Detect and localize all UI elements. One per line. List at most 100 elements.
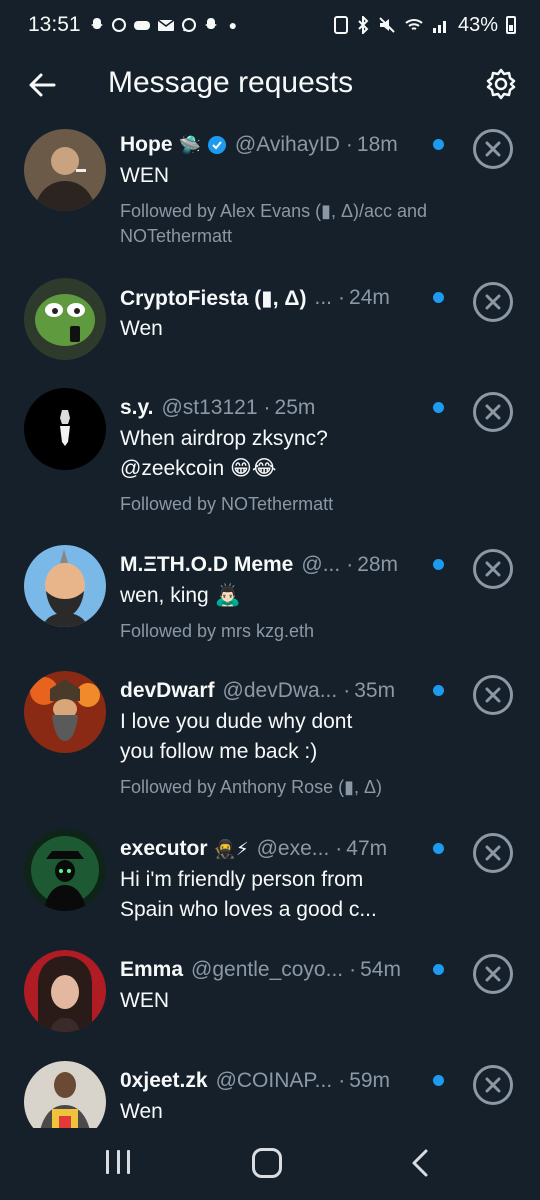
message-preview: WEN — [120, 989, 169, 1012]
request-row[interactable]: CryptoFiesta (▮, Δ) ... · 24m Wen — [0, 276, 540, 361]
game-icon — [133, 21, 150, 30]
avatar[interactable] — [24, 129, 106, 211]
name-emoji: 🛸 — [178, 134, 201, 155]
timestamp: 54m — [360, 958, 401, 981]
timestamp: 25m — [274, 396, 316, 419]
handle: @devDwa... — [222, 679, 338, 702]
display-name: executor — [120, 837, 208, 860]
message-preview: Hi i'm friendly person from — [120, 868, 364, 891]
decline-button[interactable] — [473, 282, 513, 322]
unread-dot — [433, 1075, 444, 1086]
timestamp: 28m — [357, 553, 399, 576]
timestamp: 47m — [346, 837, 388, 860]
snapchat-icon — [204, 18, 217, 29]
followed-by: Followed by NOTethermatt — [120, 494, 334, 514]
handle: @AvihayID — [234, 133, 340, 156]
notification-icons: ● — [89, 17, 237, 33]
status-bar: 13:51 ● 43% — [0, 0, 540, 50]
handle: @... — [301, 553, 341, 576]
unread-dot — [433, 685, 444, 696]
recent-apps-icon[interactable] — [100, 1150, 136, 1178]
avatar[interactable] — [24, 1061, 106, 1128]
decline-button[interactable] — [473, 675, 513, 715]
request-row[interactable]: 0xjeet.zk @COINAP... · 59m Wen — [0, 1059, 540, 1128]
arrow-left-icon — [29, 73, 56, 97]
avatar[interactable] — [24, 545, 106, 627]
handle: ... — [314, 286, 333, 309]
decline-button[interactable] — [473, 833, 513, 873]
close-icon — [485, 404, 501, 420]
timestamp: 18m — [356, 133, 398, 156]
request-row[interactable]: executor 🥷⚡ @exe... · 47m Hi i'm friendl… — [0, 827, 540, 927]
message-request-list: Hope 🛸 @AvihayID · 18m WEN Followed by A… — [0, 123, 540, 1128]
header: Message requests — [0, 50, 540, 120]
signal-icon — [432, 21, 446, 33]
system-icons: 43% — [333, 13, 516, 37]
request-row[interactable]: M.ΞTH.O.D Meme @... · 28m wen, king 🙇🏻‍♂… — [0, 543, 540, 653]
more-notifications-dot: ● — [228, 17, 238, 33]
display-name: Emma — [120, 958, 184, 981]
message-preview: WEN — [120, 164, 169, 187]
message-preview: I love you dude why dont — [120, 710, 353, 733]
message-preview: wen, king 🙇🏻‍♂️ — [120, 584, 241, 607]
timestamp: 59m — [349, 1069, 391, 1092]
settings-button[interactable] — [482, 65, 520, 103]
avatar[interactable] — [24, 829, 106, 911]
message-preview: Wen — [120, 1100, 163, 1123]
mute-icon — [379, 17, 395, 33]
status-time: 13:51 — [28, 13, 81, 36]
unread-dot — [433, 843, 444, 854]
display-name: s.y. — [120, 396, 154, 419]
avatar[interactable] — [24, 388, 106, 470]
followed-by: Followed by Anthony Rose (▮, Δ) — [120, 777, 383, 797]
display-name: Hope — [120, 133, 173, 156]
verified-badge-icon — [207, 136, 226, 154]
decline-button[interactable] — [473, 392, 513, 432]
display-name: 0xjeet.zk — [120, 1069, 208, 1092]
request-row[interactable]: Emma @gentle_coyo... · 54m WEN — [0, 948, 540, 1038]
avatar[interactable] — [24, 278, 106, 360]
request-row[interactable]: Hope 🛸 @AvihayID · 18m WEN Followed by A… — [0, 123, 540, 260]
display-name: M.ΞTH.O.D Meme — [120, 553, 294, 576]
decline-button[interactable] — [473, 549, 513, 589]
close-icon — [485, 687, 501, 703]
timestamp: 24m — [349, 286, 390, 309]
battery-percent: 43% — [457, 13, 498, 36]
back-icon[interactable] — [405, 1148, 435, 1178]
whatsapp-icon — [181, 18, 196, 32]
close-icon — [485, 294, 501, 310]
display-name: CryptoFiesta (▮, Δ) — [120, 286, 307, 310]
wechat-icon — [111, 18, 126, 32]
bluetooth-icon — [358, 16, 369, 34]
gmail-icon — [157, 19, 175, 31]
message-preview: you follow me back :) — [120, 740, 318, 763]
request-row[interactable]: s.y. @st13121 · 25m When airdrop zksync?… — [0, 386, 540, 521]
close-icon — [485, 141, 501, 157]
unread-dot — [433, 292, 444, 303]
name-emoji: 🥷⚡ — [213, 838, 249, 859]
back-button[interactable] — [24, 67, 60, 103]
message-preview: Spain who loves a good c... — [120, 898, 377, 921]
wifi-icon — [405, 19, 423, 30]
request-row[interactable]: devDwarf @devDwa... · 35m I love you dud… — [0, 669, 540, 809]
handle: @COINAP... — [215, 1069, 333, 1092]
unread-dot — [433, 402, 444, 413]
gear-icon — [486, 68, 516, 100]
decline-button[interactable] — [473, 129, 513, 169]
handle: @exe... — [256, 837, 330, 860]
avatar[interactable] — [24, 950, 106, 1032]
nfc-icon — [333, 16, 348, 34]
decline-button[interactable] — [473, 1065, 513, 1105]
followed-by: Followed by mrs kzg.eth — [120, 621, 315, 641]
message-preview: @zeekcoin 😁😂 — [120, 457, 277, 480]
close-icon — [485, 845, 501, 861]
unread-dot — [433, 559, 444, 570]
decline-button[interactable] — [473, 954, 513, 994]
followed-by: Followed by Alex Evans (▮, Δ)/acc and NO… — [120, 201, 428, 246]
close-icon — [485, 561, 501, 577]
snapchat-icon — [90, 18, 103, 29]
close-icon — [485, 966, 501, 982]
handle: @st13121 — [161, 396, 258, 419]
home-icon[interactable] — [252, 1148, 282, 1178]
avatar[interactable] — [24, 671, 106, 753]
